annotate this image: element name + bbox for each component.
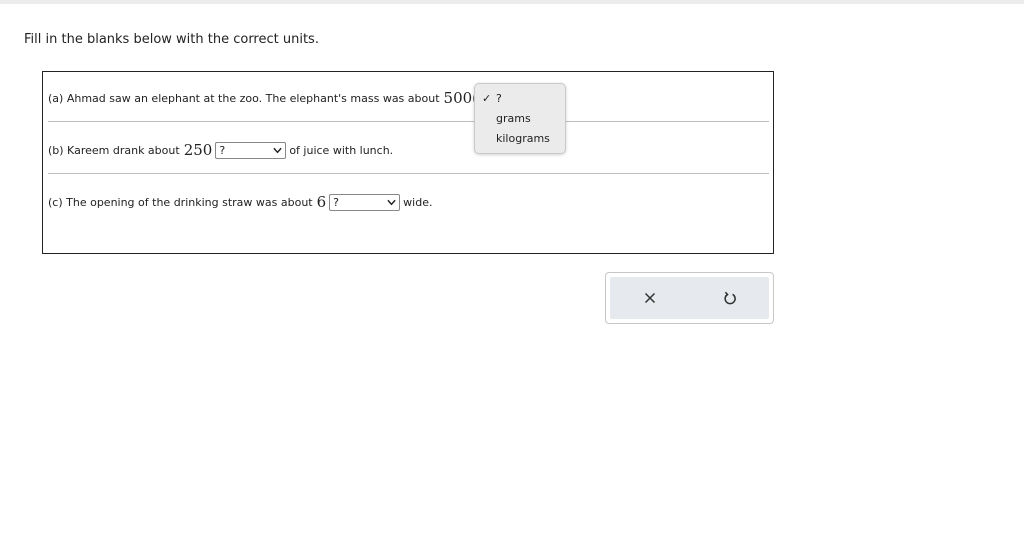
undo-button[interactable] xyxy=(690,277,769,319)
divider xyxy=(48,173,769,174)
checkmark-icon: ✓ xyxy=(482,92,492,105)
part-b-unit-select[interactable]: ? xyxy=(215,141,287,159)
part-a-prefix: (a) Ahmad saw an elephant at the zoo. Th… xyxy=(48,91,440,105)
part-b-number: 250 xyxy=(183,141,213,159)
part-c-select-value: ? xyxy=(333,195,339,209)
part-c-prefix: (c) The opening of the drinking straw wa… xyxy=(48,195,313,209)
part-b-select-value: ? xyxy=(219,143,226,157)
part-b-suffix: of juice with lunch. xyxy=(289,143,394,157)
dropdown-option-label: ? xyxy=(496,92,502,105)
dropdown-option-placeholder[interactable]: ✓ ? xyxy=(482,92,502,105)
part-a-number: 500( xyxy=(443,89,479,107)
part-c-unit-select[interactable]: ? xyxy=(329,193,401,211)
divider xyxy=(48,121,769,122)
action-panel xyxy=(605,272,774,324)
part-c-suffix: wide. xyxy=(403,195,433,209)
part-c: (c) The opening of the drinking straw wa… xyxy=(48,193,432,211)
instructions-text: Fill in the blanks below with the correc… xyxy=(24,32,319,47)
part-c-number: 6 xyxy=(316,193,327,211)
question-box: (a) Ahmad saw an elephant at the zoo. Th… xyxy=(42,71,774,254)
top-bar xyxy=(0,0,1024,4)
x-icon xyxy=(644,292,655,304)
part-b: (b) Kareem drank about 250 ? of juice wi… xyxy=(48,141,393,159)
action-bar xyxy=(610,277,769,319)
part-a: (a) Ahmad saw an elephant at the zoo. Th… xyxy=(48,89,484,107)
dropdown-option-kilograms[interactable]: kilograms xyxy=(496,132,550,145)
undo-icon xyxy=(723,291,736,305)
clear-button[interactable] xyxy=(610,277,689,319)
chevron-down-icon xyxy=(273,147,282,153)
dropdown-option-grams[interactable]: grams xyxy=(496,112,531,125)
unit-dropdown-menu: ✓ ? grams kilograms xyxy=(474,83,566,154)
chevron-down-icon xyxy=(387,199,396,205)
part-b-prefix: (b) Kareem drank about xyxy=(48,143,180,157)
